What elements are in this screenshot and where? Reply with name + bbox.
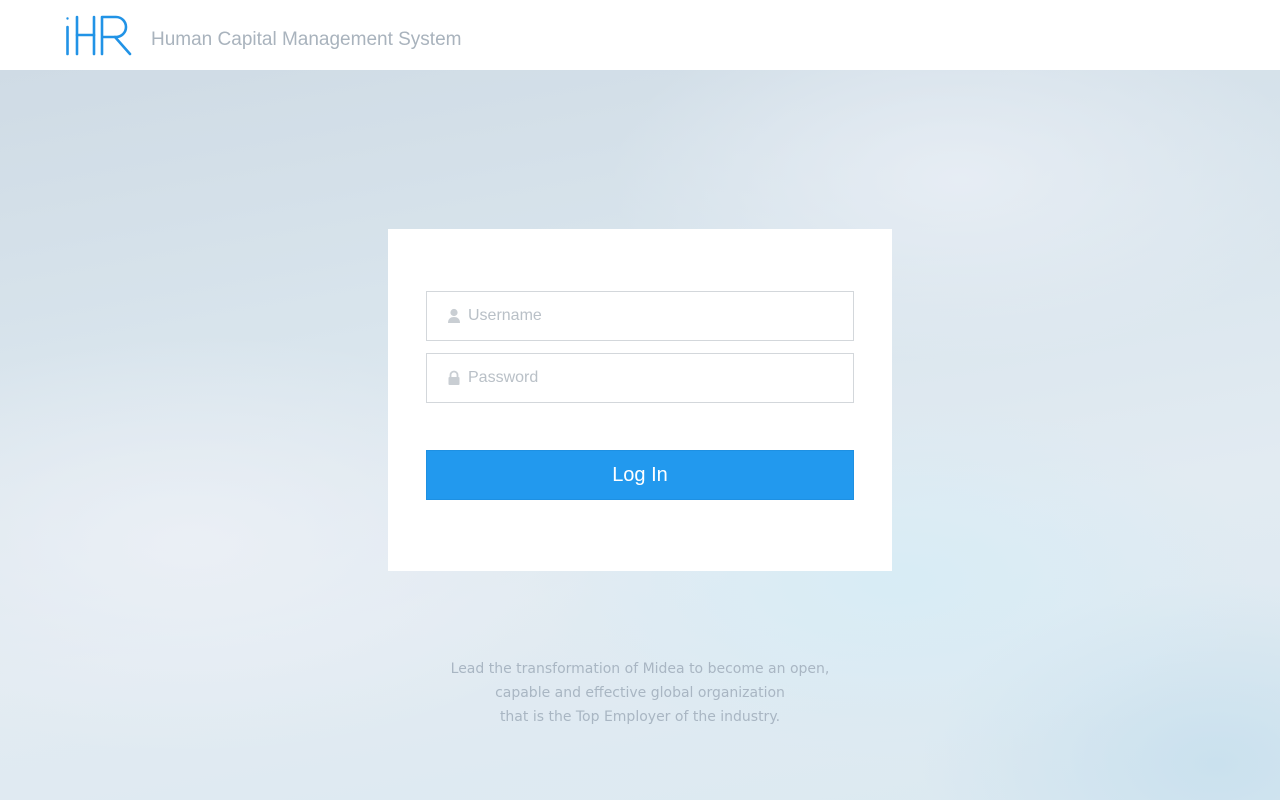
password-input[interactable] [468, 354, 838, 402]
lock-icon [448, 370, 460, 385]
tagline-line: Lead the transformation of Midea to beco… [450, 661, 830, 677]
username-input[interactable] [468, 292, 838, 340]
password-field[interactable] [426, 353, 854, 403]
tagline-line: that is the Top Employer of the industry… [499, 709, 781, 725]
app-title: Human Capital Management System [151, 29, 462, 50]
tagline-line: capable and effective global organizatio… [495, 685, 785, 701]
username-field[interactable] [426, 291, 854, 341]
header: Human Capital Management System [0, 0, 1280, 70]
tagline: Lead the transformation of Midea to beco… [340, 657, 940, 729]
login-background: Log In Lead the transformation of Midea … [0, 70, 1280, 800]
login-card: Log In [388, 229, 892, 571]
ihr-logo [66, 15, 132, 56]
user-icon [448, 308, 460, 323]
login-button[interactable]: Log In [426, 450, 854, 500]
